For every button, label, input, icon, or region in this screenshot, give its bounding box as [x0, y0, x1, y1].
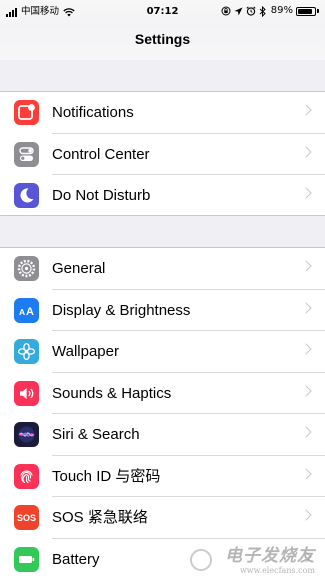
settings-row-label: Control Center [52, 145, 150, 163]
settings-row-wallpaper[interactable]: Wallpaper [0, 331, 325, 373]
status-bar: 中国移动 07:12 89% [0, 0, 325, 26]
settings-row-label: Touch ID 与密码 [52, 467, 161, 485]
watermark-url: www.elecfans.com [239, 566, 315, 575]
settings-row-label: Do Not Disturb [52, 187, 151, 204]
gear-icon [14, 256, 39, 281]
sos-icon-text: SOS [16, 512, 36, 523]
settings-group-2: General A A Display & Brightness Wallpaper So… [0, 248, 325, 580]
watermark: 电子发烧友 www.elecfans.com [225, 541, 315, 575]
fingerprint-icon [14, 463, 39, 489]
settings-row-do-not-disturb[interactable]: Do Not Disturb [0, 175, 325, 217]
watermark-text: 电子发烧友 [225, 546, 315, 566]
settings-row-label: General [52, 260, 106, 277]
svg-text:A: A [26, 306, 34, 318]
control-center-icon [14, 141, 39, 167]
chevron-right-icon [300, 343, 312, 355]
alarm-icon [246, 6, 256, 16]
navigation-bar: Settings [0, 26, 325, 60]
battery-percent: 89% [270, 5, 293, 16]
chevron-right-icon [300, 260, 312, 272]
chevron-right-icon [300, 384, 312, 397]
settings-row-label: SOS 紧急联络 [52, 509, 148, 526]
bluetooth-icon [259, 5, 266, 17]
moon-icon [14, 183, 39, 208]
battery-icon [296, 6, 316, 16]
siri-icon [14, 422, 39, 447]
speaker-icon [14, 380, 39, 406]
battery-setting-icon [14, 546, 39, 572]
settings-row-display-and-brightness[interactable]: A A Display & Brightness [0, 290, 325, 331]
sos-icon: SOS [14, 505, 39, 530]
location-icon [234, 7, 243, 15]
chevron-right-icon [300, 509, 312, 521]
settings-row-siri-and-search[interactable]: Siri & Search [0, 414, 325, 456]
chevron-right-icon [300, 104, 312, 116]
settings-row-label: Wallpaper [52, 343, 119, 360]
settings-row-sounds-and-haptics[interactable]: Sounds & Haptics [0, 373, 325, 414]
chevron-right-icon [300, 426, 312, 438]
display-icon: AA [14, 297, 39, 323]
settings-row-label: Sounds & Haptics [52, 384, 172, 402]
settings-row-label: Siri & Search [52, 426, 140, 443]
settings-row-label: Battery [52, 550, 100, 568]
chevron-right-icon [300, 187, 312, 199]
chevron-right-icon [300, 301, 312, 314]
settings-group-1: Notifications Control Center Do Not Distur… [0, 92, 325, 217]
settings-row-touch-id-与密码[interactable]: Touch ID 与密码 [0, 456, 325, 497]
settings-row-label: Display & Brightness [52, 301, 191, 319]
notifications-icon [14, 100, 39, 125]
svg-text:A: A [19, 307, 25, 317]
settings-row-control-center[interactable]: Control Center [0, 134, 325, 175]
chevron-right-icon [300, 467, 312, 480]
wallpaper-icon [14, 339, 39, 364]
settings-row-notifications[interactable]: Notifications [0, 92, 325, 134]
section-spacer [0, 215, 325, 248]
settings-row-general[interactable]: General [0, 248, 325, 290]
orientation-lock-icon [221, 6, 231, 16]
watermark-logo [190, 549, 212, 571]
settings-row-sos-紧急联络[interactable]: SOS SOS 紧急联络 [0, 497, 325, 539]
chevron-right-icon [300, 145, 312, 158]
page-title: Settings [134, 31, 191, 47]
section-spacer [0, 60, 325, 92]
settings-row-label: Notifications [52, 104, 134, 121]
